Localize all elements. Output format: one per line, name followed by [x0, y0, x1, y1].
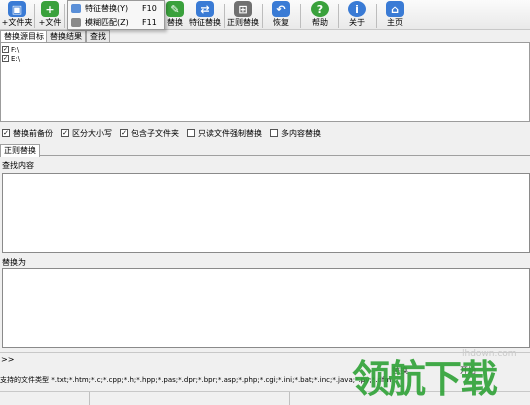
- option-label: 多内容替换: [281, 128, 321, 138]
- home-button[interactable]: ⌂ 主页: [382, 0, 408, 30]
- add-folder-label: +文件夹: [1, 18, 33, 27]
- option-multi-content[interactable]: 多内容替换: [270, 128, 321, 139]
- target-item[interactable]: ✓ E:\: [1, 54, 529, 63]
- replace-icon: ✎: [166, 1, 184, 17]
- source-tabs: 替换源目标 替换结果 查找: [0, 30, 530, 43]
- cart-icon: ⊞: [234, 1, 252, 17]
- toolbar-separator: [64, 4, 65, 28]
- option-checkbox[interactable]: ✓: [120, 129, 128, 137]
- target-checkbox[interactable]: ✓: [2, 55, 9, 62]
- status-bar: [0, 391, 530, 405]
- replace-dropdown-menu: 特征替换(Y) F10 模糊匹配(Z) F11: [67, 0, 165, 30]
- option-backup[interactable]: ✓ 替换前备份: [2, 128, 53, 139]
- restore-icon: ↶: [272, 1, 290, 17]
- home-icon: ⌂: [386, 1, 404, 17]
- option-label: 区分大小写: [72, 128, 112, 138]
- option-case-sensitive[interactable]: ✓ 区分大小写: [61, 128, 112, 139]
- status-cell: [0, 392, 90, 405]
- info-icon: i: [348, 1, 366, 17]
- tab-find[interactable]: 查找: [86, 30, 110, 42]
- toolbar-separator: [300, 4, 301, 28]
- restore-label: 恢复: [273, 18, 289, 27]
- menu-item-label: 模糊匹配(Z): [85, 18, 129, 27]
- help-label: 帮助: [312, 18, 328, 27]
- add-file-icon: +: [41, 1, 59, 17]
- tab-regex-replace[interactable]: 正则替换: [0, 144, 40, 157]
- log-prompt: >>: [1, 355, 15, 364]
- about-label: 关于: [349, 18, 365, 27]
- option-force-readonly[interactable]: 只读文件强制替换: [187, 128, 262, 139]
- option-checkbox[interactable]: ✓: [2, 129, 10, 137]
- supported-file-types: 支持的文件类型 *.txt;*.htm;*.c;*.cpp;*.h;*.hpp;…: [0, 376, 392, 384]
- feature-menu-icon: [71, 4, 81, 13]
- search-label: 查找内容: [2, 161, 34, 170]
- about-button[interactable]: i 关于: [344, 0, 370, 30]
- regex-replace-label: 正则替换: [227, 18, 259, 27]
- option-checkbox[interactable]: [270, 129, 278, 137]
- feature-replace-label: 特征替换: [189, 18, 221, 27]
- menu-item-feature-replace[interactable]: 特征替换(Y) F10: [68, 2, 164, 15]
- feature-replace-button[interactable]: ⇄ 特征替换: [188, 0, 222, 30]
- regex-replace-button[interactable]: ⊞ 正则替换: [225, 0, 261, 30]
- toolbar-separator: [262, 4, 263, 28]
- replace-button[interactable]: ✎ 替换: [163, 0, 187, 30]
- menu-item-fuzzy-match[interactable]: 模糊匹配(Z) F11: [68, 16, 164, 29]
- option-label: 只读文件强制替换: [198, 128, 262, 138]
- toolbar-separator: [338, 4, 339, 28]
- options-bar: ✓ 替换前备份 ✓ 区分大小写 ✓ 包含子文件夹 只读文件强制替换 多内容替换: [0, 126, 530, 140]
- add-file-label: +文件: [38, 18, 62, 27]
- restore-button[interactable]: ↶ 恢复: [268, 0, 294, 30]
- add-folder-button[interactable]: ▣ +文件夹: [0, 0, 34, 30]
- tab-replace-result[interactable]: 替换结果: [46, 30, 86, 42]
- option-label: 替换前备份: [13, 128, 53, 138]
- replace-label: 替换为: [2, 258, 26, 267]
- feature-replace-icon: ⇄: [196, 1, 214, 17]
- help-icon: ?: [311, 1, 329, 17]
- option-include-subfolders[interactable]: ✓ 包含子文件夹: [120, 128, 179, 139]
- status-cell: [290, 392, 530, 405]
- menu-item-shortcut: F10: [142, 4, 157, 13]
- add-folder-icon: ▣: [8, 1, 26, 17]
- target-list[interactable]: ✓ F:\ ✓ E:\: [0, 42, 530, 122]
- option-label: 包含子文件夹: [131, 128, 179, 138]
- target-path: E:\: [11, 54, 21, 63]
- regex-tabs: 正则替换: [0, 144, 530, 157]
- help-button[interactable]: ? 帮助: [307, 0, 333, 30]
- search-input[interactable]: [2, 173, 530, 253]
- fuzzy-menu-icon: [71, 18, 81, 27]
- replace-label: 替换: [167, 18, 183, 27]
- add-file-button[interactable]: + +文件: [36, 0, 64, 30]
- menu-item-label: 特征替换(Y): [85, 4, 129, 13]
- menu-item-shortcut: F11: [142, 18, 157, 27]
- target-checkbox[interactable]: ✓: [2, 46, 9, 53]
- toolbar-separator: [34, 4, 35, 28]
- toolbar-separator: [376, 4, 377, 28]
- option-checkbox[interactable]: [187, 129, 195, 137]
- status-cell: [90, 392, 290, 405]
- replace-input[interactable]: [2, 268, 530, 348]
- target-item[interactable]: ✓ F:\: [1, 45, 529, 54]
- option-checkbox[interactable]: ✓: [61, 129, 69, 137]
- home-label: 主页: [387, 18, 403, 27]
- target-path: F:\: [11, 45, 20, 54]
